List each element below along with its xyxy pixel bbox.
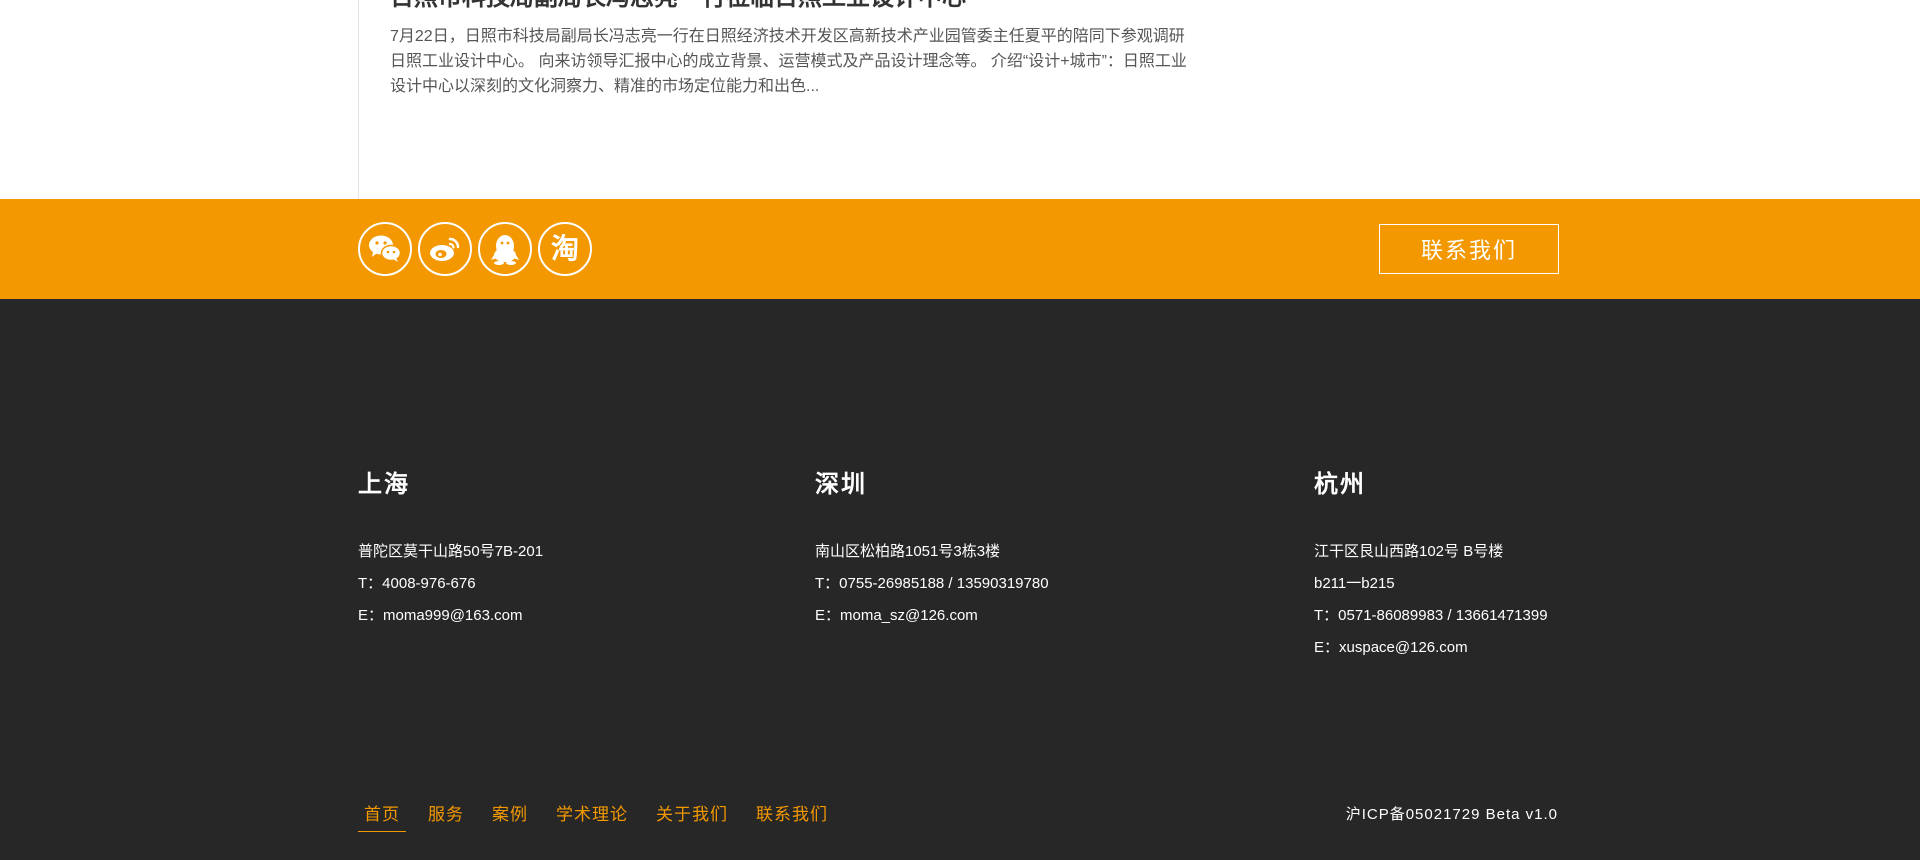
office-hangzhou: 杭州 江干区艮山西路102号 B号楼 b211一b215 T：0571-8608… [1314,470,1548,664]
office-address: 普陀区莫干山路50号7B-201 [358,543,544,560]
news-divider [358,0,359,199]
taobao-glyph: 淘 [550,232,579,265]
office-address-room: b211一b215 [1314,575,1395,592]
office-city: 上海 [358,471,410,498]
wechat-icon[interactable] [358,222,412,276]
office-phone: T：0755-26985188 / 13590319780 [815,575,1049,592]
office-shanghai: 上海 普陀区莫干山路50号7B-201 T：4008-976-676 E：mom… [358,470,543,632]
footer-nav-academic[interactable]: 学术理论 [550,802,634,832]
office-email: E：moma999@163.com [358,607,523,624]
office-details: 普陀区莫干山路50号7B-201 T：4008-976-676 E：moma99… [358,536,543,632]
contact-us-button[interactable]: 联系我们 [1379,224,1559,274]
office-phone: T：4008-976-676 [358,575,476,592]
news-section: 日照市科技局副局长冯志亮一行莅临日照工业设计中心 7月22日，日照市科技局副局长… [0,0,1920,199]
office-address: 江干区艮山西路102号 B号楼 [1314,543,1504,560]
office-address: 南山区松柏路1051号3栋3楼 [815,543,1001,560]
footer-nav-cases[interactable]: 案例 [486,802,534,832]
footer-nav-contact[interactable]: 联系我们 [750,802,834,832]
office-details: 南山区松柏路1051号3栋3楼 T：0755-26985188 / 135903… [815,536,1049,632]
site-footer: 上海 普陀区莫干山路50号7B-201 T：4008-976-676 E：mom… [0,299,1920,860]
icp-record: 沪ICP备05021729 Beta v1.0 [1345,806,1558,823]
footer-nav-about[interactable]: 关于我们 [650,802,734,832]
news-excerpt[interactable]: 7月22日，日照市科技局副局长冯志亮一行在日照经济技术开发区高新技术产业园管委主… [390,24,1190,99]
office-email: E：xuspace@126.com [1314,639,1468,656]
social-links: 淘 [358,222,592,276]
footer-nav: 首页 服务 案例 学术理论 关于我们 联系我们 [358,802,850,832]
office-city: 杭州 [1314,471,1366,498]
footer-nav-services[interactable]: 服务 [422,802,470,832]
office-details: 江干区艮山西路102号 B号楼 b211一b215 T：0571-8608998… [1314,536,1548,664]
office-shenzhen: 深圳 南山区松柏路1051号3栋3楼 T：0755-26985188 / 135… [815,470,1049,632]
social-bar: 淘 联系我们 [0,199,1920,299]
news-title[interactable]: 日照市科技局副局长冯志亮一行莅临日照工业设计中心 [390,0,966,10]
footer-nav-home[interactable]: 首页 [358,802,406,832]
office-email: E：moma_sz@126.com [815,607,978,624]
taobao-icon[interactable]: 淘 [538,222,592,276]
office-phone: T：0571-86089983 / 13661471399 [1314,607,1548,624]
office-city: 深圳 [815,471,867,498]
weibo-icon[interactable] [418,222,472,276]
qq-icon[interactable] [478,222,532,276]
